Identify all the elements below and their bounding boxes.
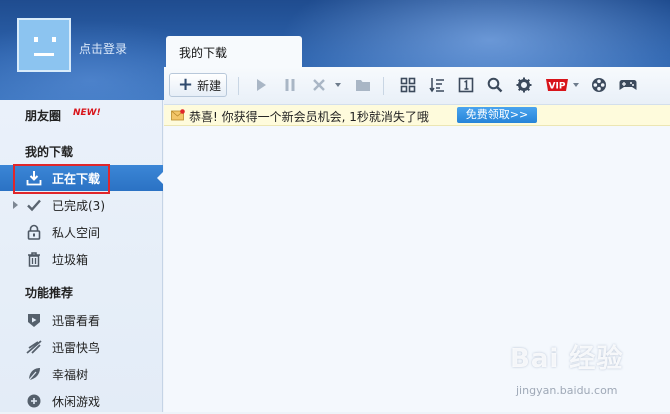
avatar[interactable] [17,18,71,72]
claim-free-button[interactable]: 免费领取>> [457,107,537,123]
sidebar-item-label: 迅雷快鸟 [52,340,101,355]
gamepad-icon[interactable] [618,75,638,95]
sidebar-item-kankan[interactable]: 迅雷看看 [0,307,163,333]
svg-text:VIP: VIP [549,82,566,92]
active-notch [157,171,164,185]
check-icon [26,197,42,213]
kankan-icon [26,312,42,328]
sidebar-item-label: 幸福树 [52,367,89,382]
search-icon[interactable] [485,75,505,95]
features-header: 功能推荐 [25,286,74,300]
avatar-eye-left [34,37,38,42]
sidebar-item-label: 私人空间 [52,225,101,240]
new-task-label: 新建 [197,78,222,93]
toolbar-divider [238,77,239,95]
new-task-button[interactable]: + 新建 [169,73,227,97]
sidebar-item-label: 已完成(3) [52,198,105,213]
highlight-box [13,164,110,194]
sidebar-item-friends[interactable]: 朋友圈 [25,107,61,124]
game-icon [26,393,42,409]
play-icon[interactable] [251,75,271,95]
trash-icon [26,251,42,267]
bird-icon [26,339,42,355]
folder-icon[interactable] [353,75,373,95]
sidebar-item-happy-tree[interactable]: 幸福树 [0,361,163,387]
leaf-icon [26,366,42,382]
sidebar-item-label: 休闲游戏 [52,394,101,409]
sidebar-item-kuainiao[interactable]: 迅雷快鸟 [0,334,163,360]
info-icon[interactable] [456,75,476,95]
expand-arrow-icon[interactable] [13,201,18,209]
delete-icon[interactable] [309,75,329,95]
baidu-watermark-url: jingyan.baidu.com [516,384,618,397]
sidebar: 朋友圈 NEW! 我的下载 正在下载 已完成(3) 私人空间 垃圾箱 功能推荐 … [0,100,164,414]
sidebar-item-private[interactable]: 私人空间 [0,219,163,245]
lock-icon [26,224,42,240]
vip-icon[interactable]: VIP [544,75,570,95]
sidebar-item-trash[interactable]: 垃圾箱 [0,246,163,272]
sidebar-item-completed[interactable]: 已完成(3) [0,192,163,218]
sort-icon[interactable] [427,75,447,95]
film-reel-icon[interactable] [589,75,609,95]
pause-icon[interactable] [280,75,300,95]
sidebar-item-games[interactable]: 休闲游戏 [0,388,163,414]
delete-dropdown-caret-icon[interactable] [335,83,341,87]
gear-icon[interactable] [514,75,534,95]
avatar-eye-right [52,37,56,42]
vip-dropdown-caret-icon[interactable] [573,83,579,87]
avatar-mouth [34,53,54,56]
sidebar-item-label: 垃圾箱 [52,252,89,267]
grid-view-icon[interactable] [398,75,418,95]
promo-message: 恭喜! 你获得一个新会员机会, 1秒就消失了哦 [189,110,429,124]
plus-icon: + [178,74,194,95]
login-link[interactable]: 点击登录 [79,40,127,57]
baidu-watermark: Bai 经验 [510,344,624,374]
new-badge: NEW! [73,108,101,118]
downloads-header: 我的下载 [25,145,74,159]
toolbar: + 新建 VIP [164,67,670,105]
toolbar-divider [383,77,384,95]
tab-my-downloads[interactable]: 我的下载 [166,36,302,67]
promo-notice-bar: 恭喜! 你获得一个新会员机会, 1秒就消失了哦 免费领取>> [164,105,670,126]
envelope-icon [171,109,185,124]
sidebar-item-label: 迅雷看看 [52,313,101,328]
